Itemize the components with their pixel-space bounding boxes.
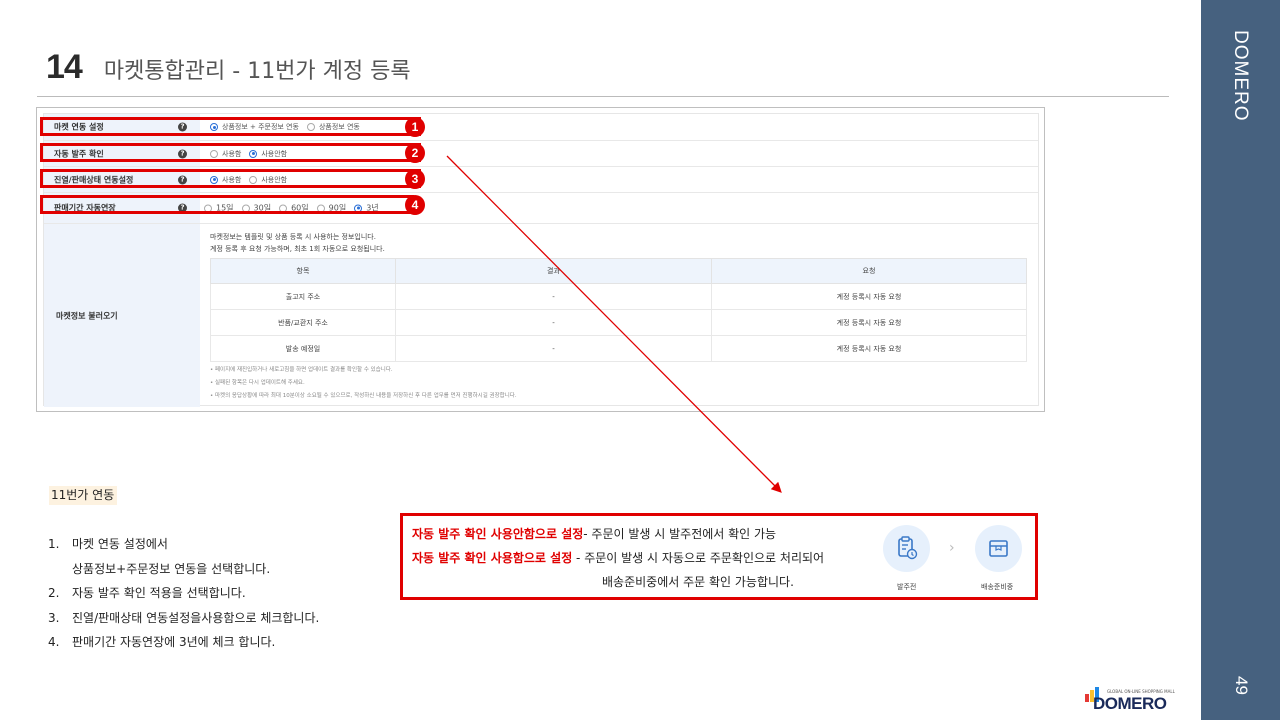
row-label: 마켓정보 불러오기 (56, 311, 118, 320)
table-cell: 계정 등록시 자동 요청 (711, 283, 1027, 310)
table-cell: 반품/교환지 주소 (210, 309, 396, 336)
table-cell: 발송 예정일 (210, 335, 396, 362)
table-row: 반품/교환지 주소 - 계정 등록시 자동 요청 (210, 309, 1027, 336)
note-line: • 페이지에 재진입하거나 새로고침을 하면 업데이트 결과를 확인할 수 있습… (210, 367, 393, 373)
market-info-table: 항목 결과 요청 출고지 주소 - 계정 등록시 자동 요청 반품/교환지 주소… (210, 258, 1027, 362)
page-title: 마켓통합관리 - 11번가 계정 등록 (103, 59, 411, 84)
page-header: 14 마켓통합관리 - 11번가 계정 등록 (46, 48, 411, 87)
table-header: 요청 (711, 258, 1027, 284)
icon-label-preparing: 배송준비중 (981, 583, 1014, 591)
table-row: 출고지 주소 - 계정 등록시 자동 요청 (210, 283, 1027, 310)
table-cell: 계정 등록시 자동 요청 (711, 309, 1027, 336)
step-badge-3: 3 (405, 169, 425, 189)
market-info-desc-1: 마켓정보는 템플릿 및 상품 등록 시 사용하는 정보입니다. (210, 233, 376, 241)
market-info-desc-2: 계정 등록 후 요청 가능하며, 최초 1회 자동으로 요청됩니다. (210, 245, 385, 253)
table-header-row: 항목 결과 요청 (210, 258, 1027, 284)
step-item: 4. 판매기간 자동연장에 3년에 체크 합니다. (48, 635, 276, 649)
step-item: 2. 자동 발주 확인 적용을 선택합니다. (48, 586, 246, 600)
right-sidebar: DOMERO 49 (1201, 0, 1280, 720)
callout-line-2: 자동 발주 확인 사용함으로 설정 - 주문이 발생 시 자동으로 주문확인으로… (412, 551, 825, 565)
market-info-notes: • 페이지에 재진입하거나 새로고침을 하면 업데이트 결과를 확인할 수 있습… (210, 364, 517, 403)
section-number: 14 (46, 48, 83, 86)
clipboard-clock-icon (883, 525, 930, 572)
step-item: 3. 진열/판매상태 연동설정을사용함으로 체크합니다. (48, 610, 320, 625)
step-badge-1: 1 (405, 117, 425, 137)
table-header: 결과 (395, 258, 712, 284)
note-line: • 실패된 항목은 다시 업데이트해 주세요. (210, 380, 305, 386)
step-badge-4: 4 (405, 195, 425, 215)
highlight-box-1 (40, 117, 421, 136)
page-number: 49 (1232, 676, 1251, 695)
step-item: 상품정보+주문정보 연동을 선택합니다. (72, 561, 271, 576)
logo-name: DOMERO (1093, 694, 1167, 713)
step-item: 1. 마켓 연동 설정에서 (48, 537, 168, 551)
step-badge-2: 2 (405, 143, 425, 163)
table-cell: - (395, 283, 712, 310)
section-tag: 11번가 연동 (49, 486, 118, 505)
header-divider (37, 96, 1169, 97)
callout-line-1: 자동 발주 확인 사용안함으로 설정- 주문이 발생 시 발주전에서 확인 가능 (412, 527, 777, 541)
table-cell: - (395, 309, 712, 336)
callout-line-3: 배송준비중에서 주문 확인 가능합니다. (602, 575, 794, 589)
icon-label-before-order: 발주전 (897, 583, 917, 591)
highlight-box-4 (40, 195, 414, 214)
highlight-box-3 (40, 169, 421, 188)
market-info-label-cell: 마켓정보 불러오기 (44, 224, 200, 407)
chevron-right-icon: › (949, 540, 955, 556)
table-row: 발송 예정일 - 계정 등록시 자동 요청 (210, 335, 1027, 362)
auto-order-callout: 자동 발주 확인 사용안함으로 설정- 주문이 발생 시 발주전에서 확인 가능… (400, 513, 1038, 600)
table-cell: 출고지 주소 (210, 283, 396, 310)
highlight-box-2 (40, 143, 421, 162)
note-line: • 마켓의 응답상황에 따라 최대 10분이상 소요될 수 있으므로, 작성하신… (210, 393, 517, 399)
table-cell: - (395, 335, 712, 362)
sidebar-brand: DOMERO (1230, 30, 1251, 122)
instruction-steps: 1. 마켓 연동 설정에서 상품정보+주문정보 연동을 선택합니다. 2. 자동 발… (48, 532, 319, 655)
table-cell: 계정 등록시 자동 요청 (711, 335, 1027, 362)
table-header: 항목 (210, 258, 396, 284)
box-icon (975, 525, 1022, 572)
